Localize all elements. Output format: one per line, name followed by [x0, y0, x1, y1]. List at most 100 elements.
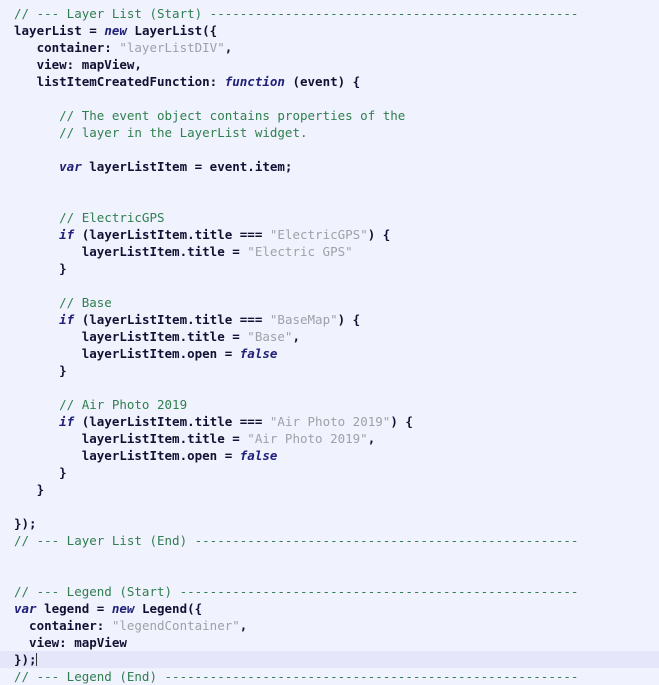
code-token-bold: LayerList({	[126, 23, 218, 38]
code-token-bold: layerListItem.title =	[14, 329, 248, 344]
code-token-bold: layerListItem = event.item;	[81, 159, 293, 174]
code-token-kw: if	[14, 312, 75, 327]
code-token-bold: }	[14, 363, 67, 378]
code-line[interactable]: if (layerListItem.title === "ElectricGPS…	[0, 226, 659, 243]
code-token-string: "legendContainer"	[111, 618, 240, 633]
code-token-bold: layerListItem.open =	[14, 448, 240, 463]
code-line[interactable]: var legend = new Legend({	[0, 600, 659, 617]
code-line[interactable]	[0, 549, 659, 566]
code-token-kw: function	[224, 74, 285, 89]
code-token-string: "layerListDIV"	[119, 40, 225, 55]
code-line[interactable]	[0, 277, 659, 294]
code-token-kw: false	[239, 346, 278, 361]
code-token-kw: new	[104, 23, 127, 38]
code-line[interactable]	[0, 175, 659, 192]
code-token-comment: // --- Layer List (End) ----------------…	[14, 533, 579, 548]
code-token-bold: listItemCreatedFunction:	[14, 74, 225, 89]
code-token-comment: // ElectricGPS	[14, 210, 165, 225]
code-line[interactable]	[0, 379, 659, 396]
code-line[interactable]: // --- Legend (Start) ------------------…	[0, 583, 659, 600]
code-line[interactable]: });	[0, 515, 659, 532]
code-token-kw: false	[239, 448, 278, 463]
code-lines-container[interactable]: // --- Layer List (Start) --------------…	[0, 5, 659, 685]
code-line[interactable]: }	[0, 481, 659, 498]
code-token-bold: ,	[224, 40, 233, 55]
code-line[interactable]: layerListItem.title = "Air Photo 2019",	[0, 430, 659, 447]
code-token-bold: layerListItem.open =	[14, 346, 240, 361]
code-token-bold: }	[14, 482, 45, 497]
code-token-bold: });	[14, 516, 37, 531]
code-line[interactable]: }	[0, 464, 659, 481]
code-line[interactable]	[0, 566, 659, 583]
code-token-comment: // layer in the LayerList widget.	[14, 125, 308, 140]
code-token-kw: var	[14, 601, 37, 616]
code-line[interactable]: layerListItem.title = "Base",	[0, 328, 659, 345]
code-line[interactable]: var layerListItem = event.item;	[0, 158, 659, 175]
code-line[interactable]: // Air Photo 2019	[0, 396, 659, 413]
code-line[interactable]: // ElectricGPS	[0, 209, 659, 226]
code-token-string: "Base"	[247, 329, 293, 344]
code-token-bold: layerList =	[14, 23, 105, 38]
code-line[interactable]: }	[0, 362, 659, 379]
code-token-comment: // --- Legend (Start) ------------------…	[14, 584, 579, 599]
code-line[interactable]: if (layerListItem.title === "Air Photo 2…	[0, 413, 659, 430]
code-token-bold: layerListItem.title =	[14, 244, 248, 259]
code-line[interactable]: if (layerListItem.title === "BaseMap") {	[0, 311, 659, 328]
code-token-bold: layerListItem.title =	[14, 431, 248, 446]
code-line[interactable]: layerListItem.open = false	[0, 345, 659, 362]
code-line[interactable]: view: mapView,	[0, 56, 659, 73]
code-token-bold: legend =	[36, 601, 112, 616]
code-token-string: "ElectricGPS"	[269, 227, 368, 242]
code-line[interactable]: }	[0, 260, 659, 277]
code-token-bold: container:	[14, 40, 120, 55]
code-token-bold: container:	[14, 618, 112, 633]
code-token-bold: view: mapView,	[14, 57, 142, 72]
code-token-bold: (event) {	[284, 74, 361, 89]
text-cursor	[35, 653, 37, 666]
code-token-comment: // The event object contains properties …	[14, 108, 406, 123]
code-token-kw: if	[14, 414, 75, 429]
code-line[interactable]: layerListItem.title = "Electric GPS"	[0, 243, 659, 260]
code-token-bold: ) {	[367, 227, 391, 242]
code-token-bold: ) {	[337, 312, 361, 327]
code-line[interactable]: view: mapView	[0, 634, 659, 651]
code-line[interactable]: // layer in the LayerList widget.	[0, 124, 659, 141]
code-line[interactable]: // The event object contains properties …	[0, 107, 659, 124]
code-token-bold: }	[14, 261, 67, 276]
code-line[interactable]	[0, 90, 659, 107]
code-token-comment: // Base	[14, 295, 112, 310]
code-token-string: "Air Photo 2019"	[247, 431, 368, 446]
code-token-bold: ,	[367, 431, 376, 446]
code-line[interactable]	[0, 192, 659, 209]
code-token-bold: }	[14, 465, 67, 480]
code-line[interactable]: // --- Layer List (Start) --------------…	[0, 5, 659, 22]
code-line[interactable]: listItemCreatedFunction: function (event…	[0, 73, 659, 90]
code-line[interactable]: layerListItem.open = false	[0, 447, 659, 464]
code-token-comment: // --- Legend (End) --------------------…	[14, 669, 579, 684]
code-token-string: "Air Photo 2019"	[269, 414, 391, 429]
code-token-string: "Electric GPS"	[247, 244, 353, 259]
code-line[interactable]: });	[0, 651, 659, 668]
code-editor[interactable]: // --- Layer List (Start) --------------…	[0, 0, 659, 685]
code-token-comment: // Air Photo 2019	[14, 397, 188, 412]
code-line[interactable]: container: "legendContainer",	[0, 617, 659, 634]
code-token-bold: (layerListItem.title ===	[74, 227, 270, 242]
code-token-string: "BaseMap"	[269, 312, 338, 327]
code-line[interactable]: // --- Legend (End) --------------------…	[0, 668, 659, 685]
code-line[interactable]	[0, 498, 659, 515]
code-token-bold: view: mapView	[14, 635, 127, 650]
code-line[interactable]: // Base	[0, 294, 659, 311]
code-token-bold: (layerListItem.title ===	[74, 312, 270, 327]
code-line[interactable]	[0, 141, 659, 158]
code-token-kw: if	[14, 227, 75, 242]
code-token-bold: ) {	[390, 414, 413, 429]
code-token-bold: ,	[292, 329, 300, 344]
code-token-kw: new	[111, 601, 135, 616]
code-line[interactable]: // --- Layer List (End) ----------------…	[0, 532, 659, 549]
code-token-bold: Legend({	[134, 601, 203, 616]
code-token-bold: ,	[239, 618, 248, 633]
code-line[interactable]: container: "layerListDIV",	[0, 39, 659, 56]
code-token-comment: // --- Layer List (Start) --------------…	[14, 6, 579, 21]
code-token-kw: var	[14, 159, 82, 174]
code-line[interactable]: layerList = new LayerList({	[0, 22, 659, 39]
